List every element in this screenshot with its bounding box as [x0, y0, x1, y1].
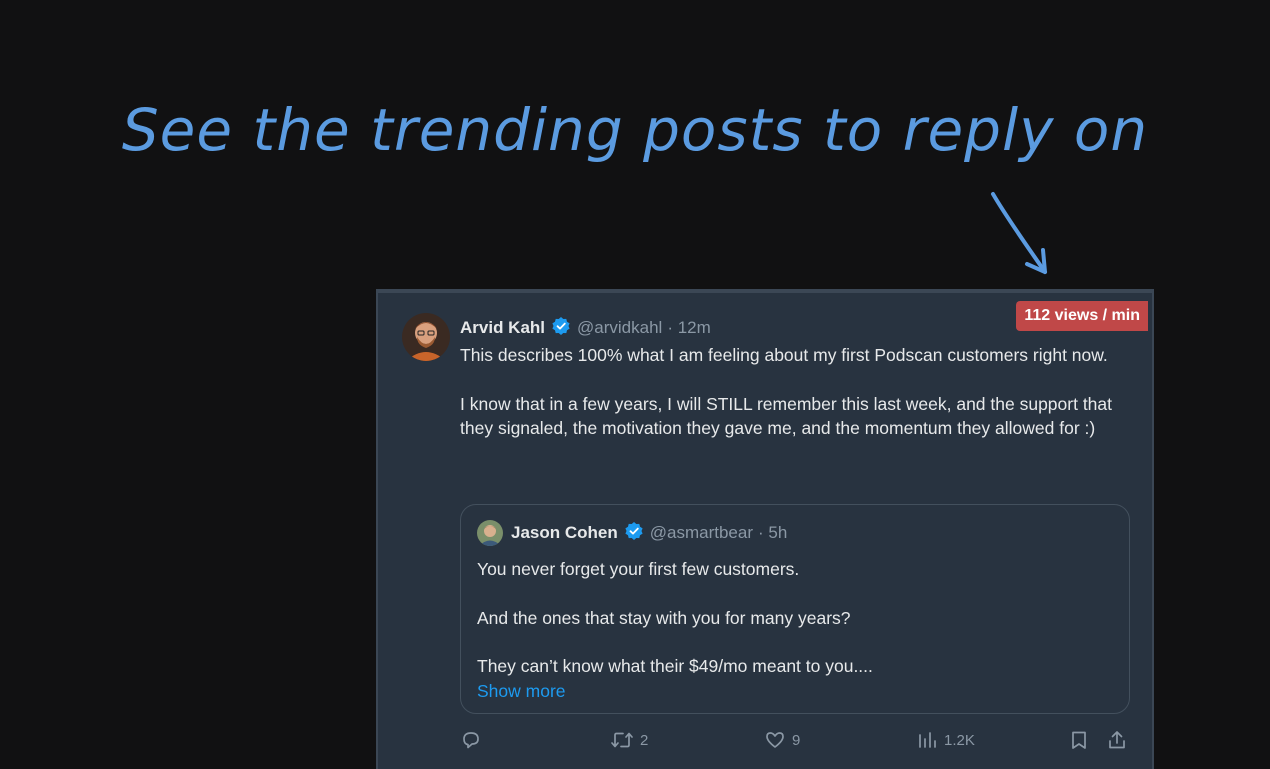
like-button[interactable]: 9 [764, 729, 800, 751]
reply-icon [463, 732, 479, 749]
quoted-tweet-text: You never forget your first few customer… [477, 557, 1113, 679]
quoted-tweet-header: Jason Cohen @asmartbear · 5h [477, 519, 1113, 547]
post-time: · 12m [667, 318, 711, 337]
share-button[interactable] [1106, 729, 1128, 751]
headline: See the trending posts to reply on [121, 96, 1149, 164]
tweet-paragraph: This describes 100% what I am feeling ab… [460, 345, 1108, 365]
share-icon [1109, 731, 1125, 749]
bookmark-button[interactable] [1068, 729, 1090, 751]
verified-badge-icon [624, 521, 644, 546]
quoted-author-handle[interactable]: @asmartbear [650, 523, 753, 543]
reply-button[interactable] [460, 729, 482, 751]
verified-badge-icon [551, 316, 571, 341]
pointer-arrow-icon [991, 192, 1047, 274]
retweet-icon [611, 732, 633, 748]
avatar[interactable] [477, 520, 503, 546]
tweet-paragraph: I know that in a few years, I will STILL… [460, 393, 1113, 439]
quoted-tweet[interactable]: Jason Cohen @asmartbear · 5h You never f… [460, 504, 1130, 714]
like-count: 9 [792, 731, 801, 749]
tweet-header: Arvid Kahl @arvidkahl · 12m [460, 315, 1140, 341]
retweet-count: 2 [640, 731, 649, 749]
avatar[interactable] [402, 313, 450, 361]
bookmark-icon [1072, 731, 1086, 749]
tweet-content: Arvid Kahl @arvidkahl · 12m This describ… [460, 315, 1140, 465]
quoted-post-time: · 5h [758, 523, 788, 542]
tweet-card[interactable]: 112 views / min Arvid Kahl @arvidkahl · … [376, 289, 1154, 769]
quoted-paragraph: They can’t know what their $49/mo meant … [477, 656, 873, 676]
retweet-button[interactable]: 2 [610, 729, 648, 751]
author-handle[interactable]: @arvidkahl [577, 318, 662, 338]
analytics-icon [919, 732, 936, 748]
show-more-link[interactable]: Show more [477, 679, 1113, 703]
author-name[interactable]: Arvid Kahl [460, 318, 545, 338]
quoted-author-name[interactable]: Jason Cohen [511, 523, 618, 543]
views-button[interactable]: 1.2K [916, 729, 975, 751]
views-count: 1.2K [944, 731, 975, 749]
quoted-paragraph: You never forget your first few customer… [477, 559, 800, 579]
tweet-text: This describes 100% what I am feeling ab… [460, 343, 1140, 441]
tweet-actions: 2 9 1.2K [460, 729, 1130, 757]
heart-icon [766, 732, 784, 748]
quoted-paragraph: And the ones that stay with you for many… [477, 607, 851, 628]
